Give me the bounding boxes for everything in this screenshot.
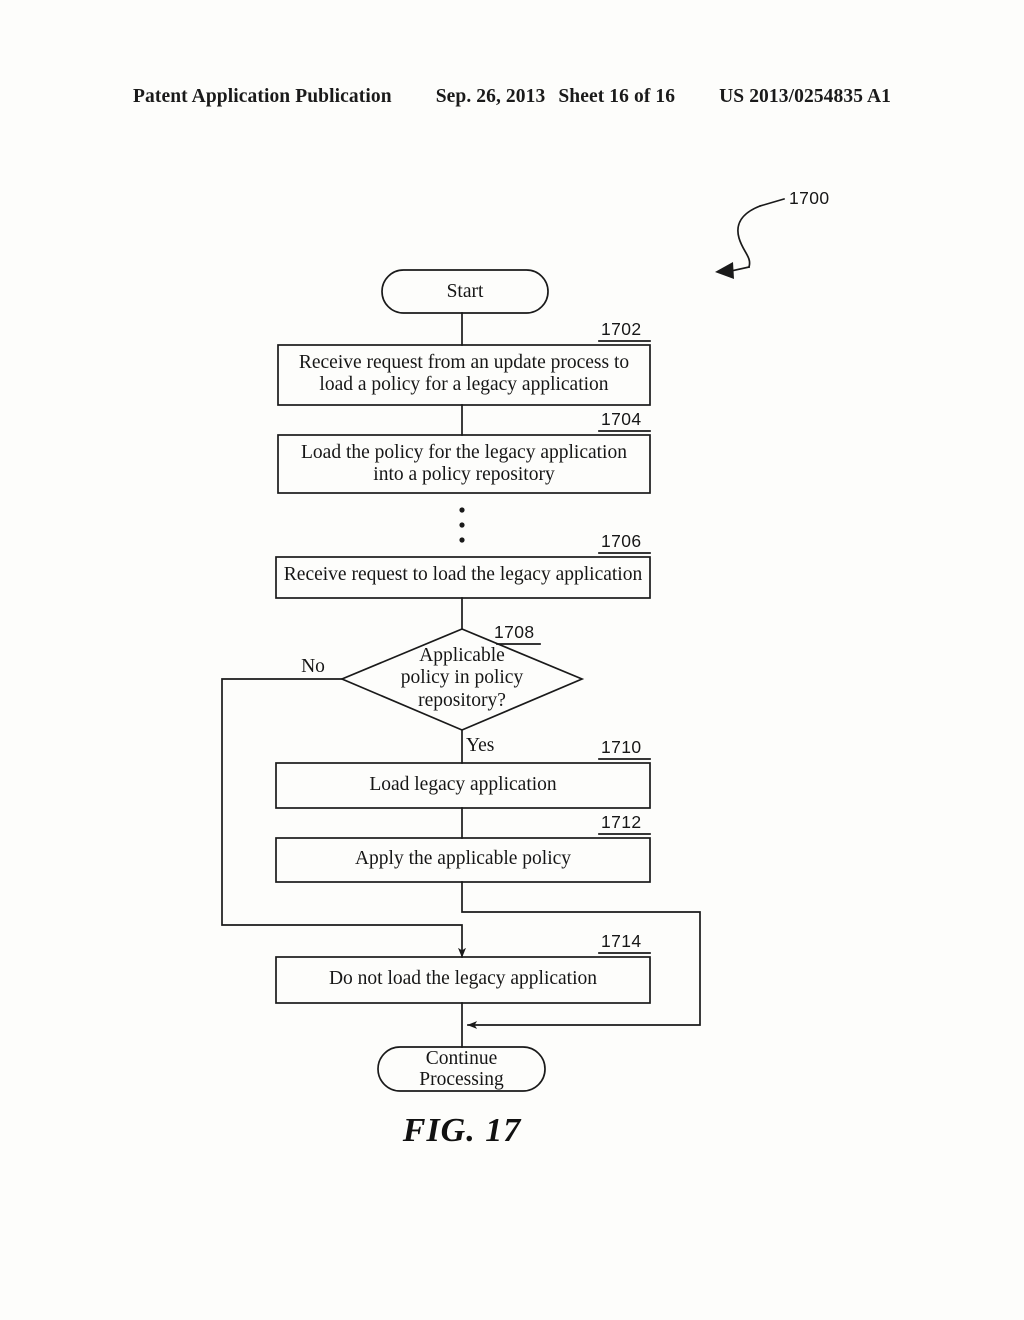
ref-number-1706: 1706	[601, 531, 642, 551]
connector-1708-no-1714	[221, 678, 466, 958]
branch-label-no: No	[301, 656, 325, 677]
ref-number-1710: 1710	[601, 737, 642, 757]
figure-caption: FIG. 17	[402, 1112, 522, 1149]
ref-number-1712: 1712	[601, 812, 642, 832]
end-terminator-label: Continue Processing	[419, 1048, 504, 1091]
branch-label-yes: Yes	[466, 735, 495, 756]
box-1702-label: Receive request from an update process t…	[298, 352, 630, 395]
diamond-1708-label: Applicable policy in policy repository?	[400, 645, 524, 711]
ref-1700-curve	[737, 204, 762, 269]
box-1712-label: Apply the applicable policy	[354, 848, 572, 869]
box-1704-label: Load the policy for the legacy applicati…	[301, 442, 627, 485]
ref-number-1700: 1700	[789, 188, 830, 208]
ref-number-1704: 1704	[601, 409, 642, 429]
ref-number-1714: 1714	[601, 931, 642, 951]
ref-number-1702: 1702	[601, 319, 642, 339]
ref-1700-arrowhead	[715, 262, 734, 279]
patent-figure-page: Patent Application Publication Sep. 26, …	[0, 0, 1024, 1320]
box-1714-label: Do not load the legacy application	[328, 968, 598, 989]
box-1706-label: Receive request to load the legacy appli…	[283, 564, 643, 585]
vertical-ellipsis-dots	[459, 507, 465, 543]
box-1710-label: Load legacy application	[369, 774, 557, 795]
start-terminator-label: Start	[446, 281, 484, 302]
ref-number-1708: 1708	[494, 622, 535, 642]
ref-1700-leader	[759, 198, 785, 207]
